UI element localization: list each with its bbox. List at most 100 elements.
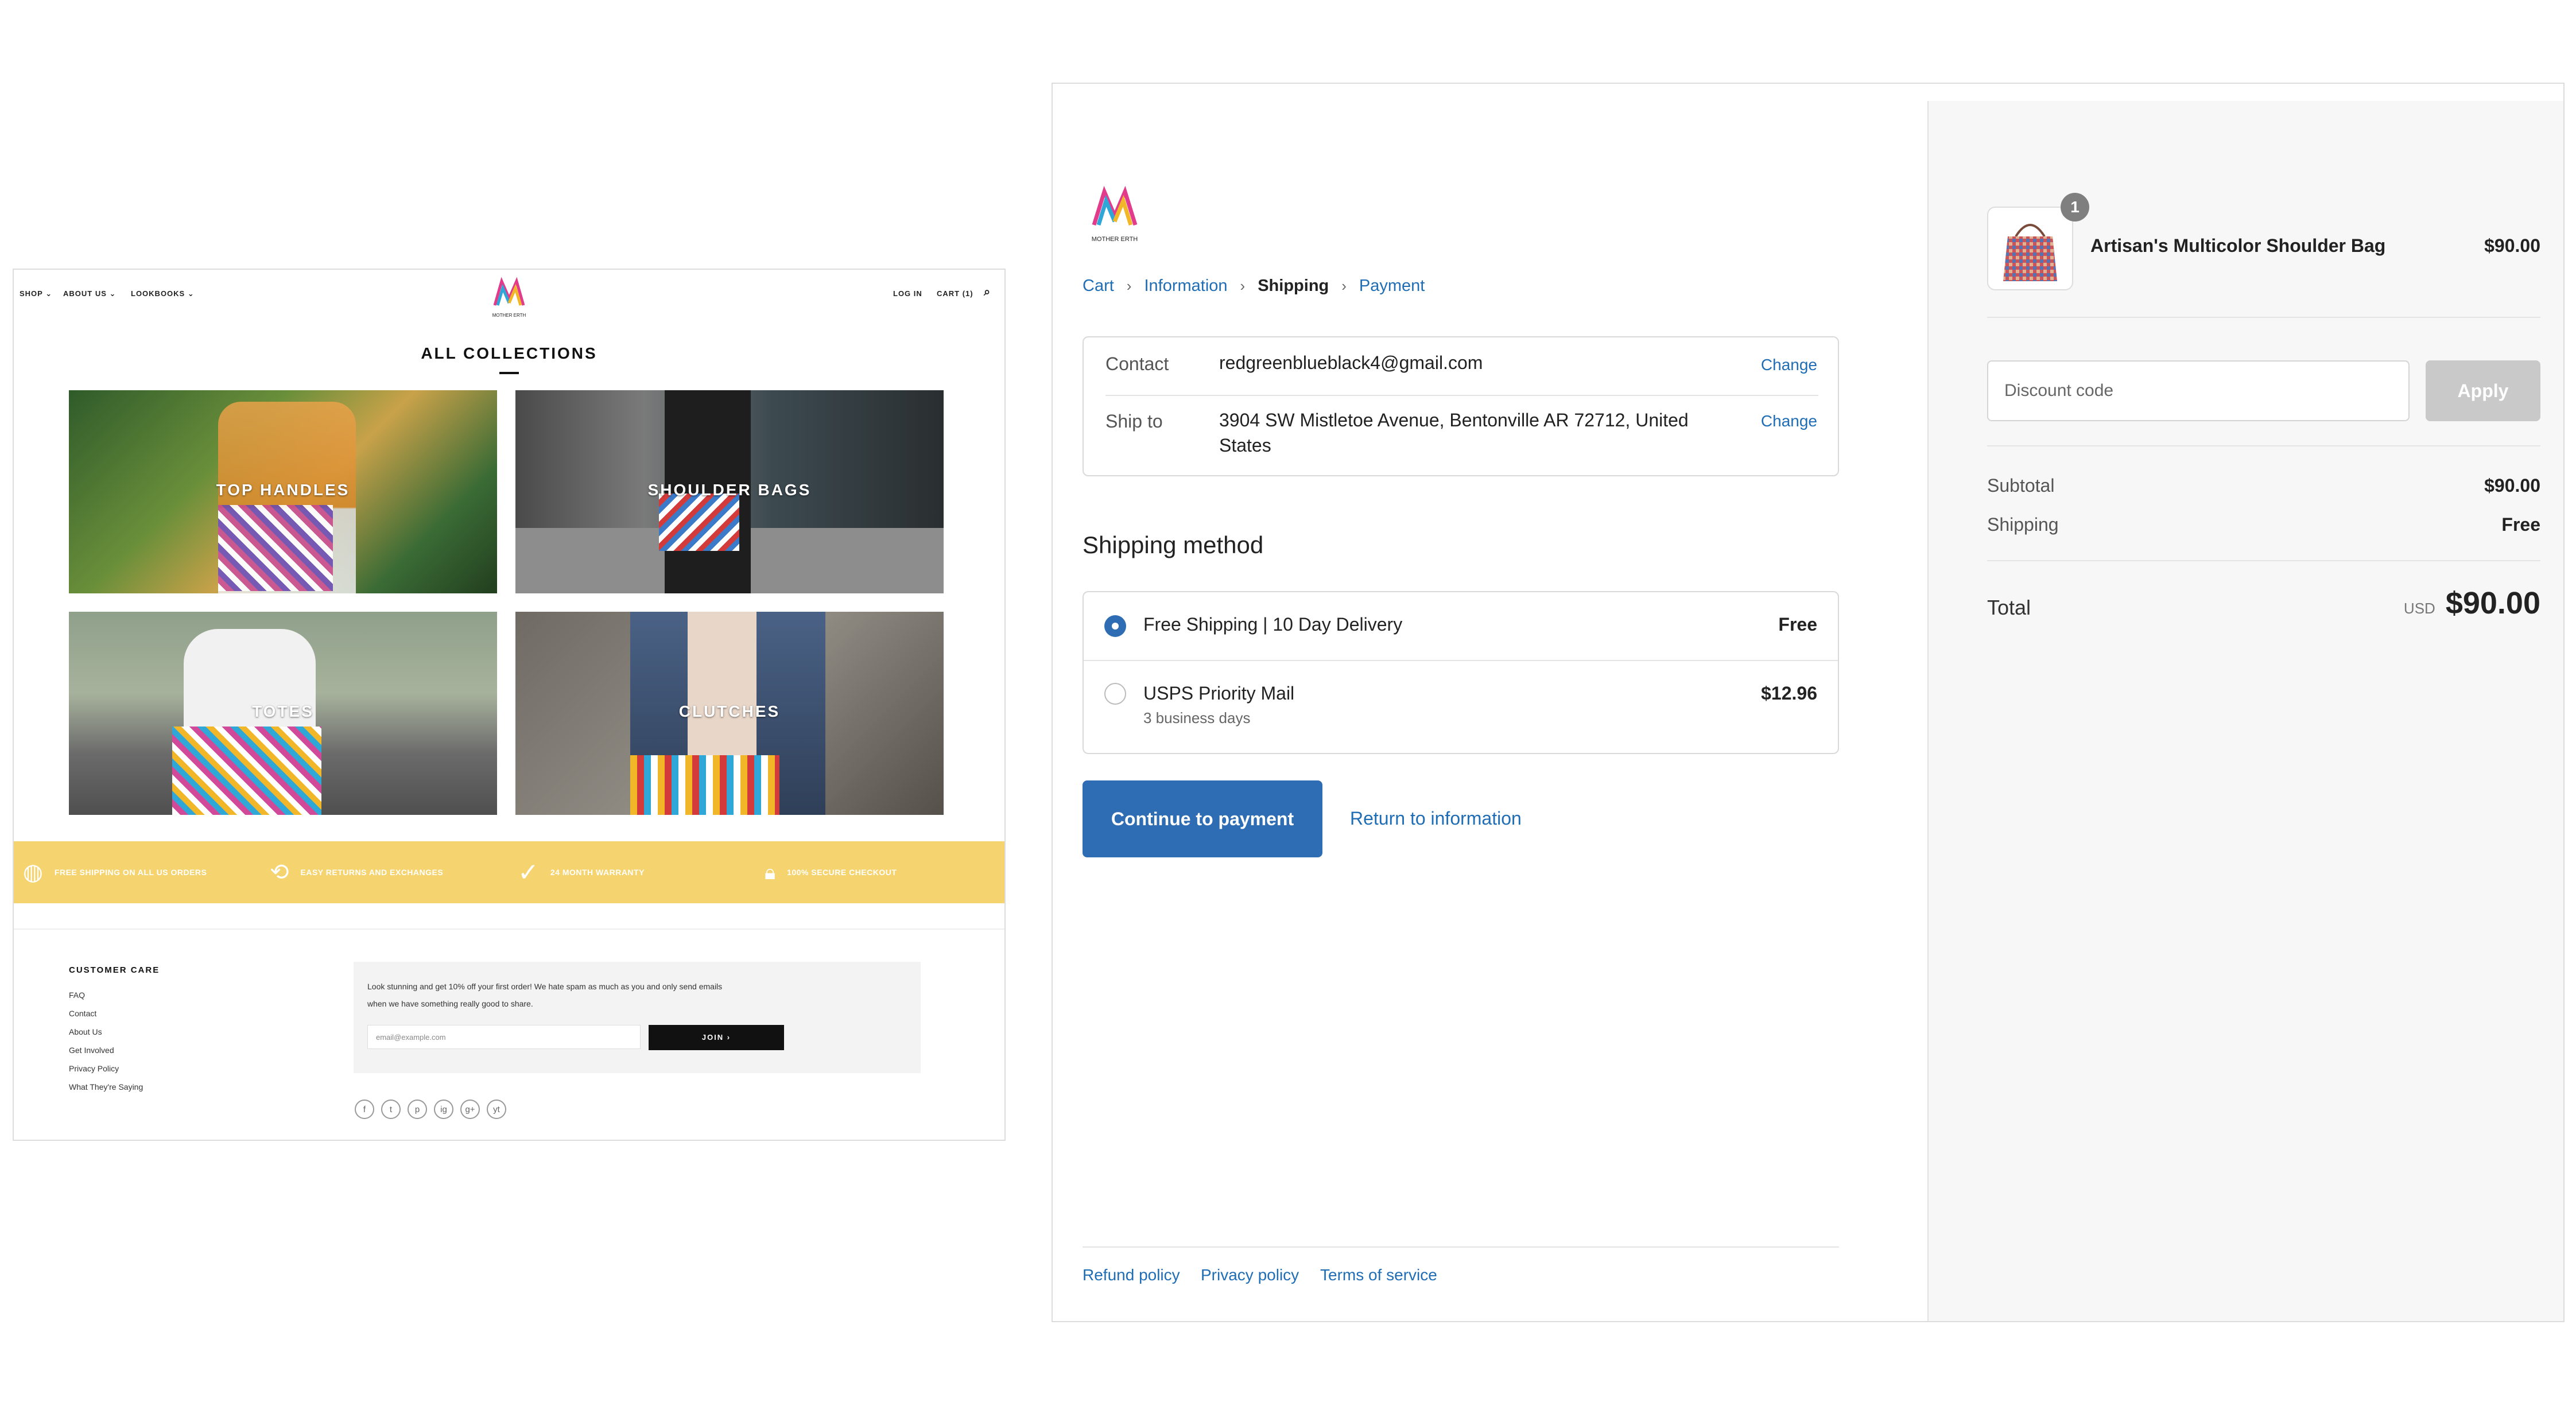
tile-label: SHOULDER BAGS	[647, 481, 812, 499]
woven-bag	[218, 505, 333, 591]
review-box: Contact redgreenblueblack4@gmail.com Cha…	[1083, 336, 1839, 476]
breadcrumb-information[interactable]: Information	[1144, 277, 1227, 296]
change-contact-link[interactable]: Change	[1761, 356, 1817, 374]
ship-to-label: Ship to	[1105, 411, 1163, 432]
chevron-right-icon: ›	[1240, 277, 1246, 294]
woven-clutch	[630, 755, 779, 815]
feature-easy-returns: ⟲ EASY RETURNS AND EXCHANGES	[270, 860, 444, 885]
tile-label: CLUTCHES	[678, 702, 781, 720]
collection-tile-top-handles[interactable]: TOP HANDLES	[69, 390, 497, 593]
row-divider	[1105, 395, 1818, 396]
radio-unselected[interactable]	[1104, 683, 1126, 705]
lock-icon: 🔒︎	[765, 860, 776, 884]
chevron-right-icon: ›	[1341, 277, 1347, 294]
footer-divider	[1083, 1246, 1839, 1248]
features-banner: ◍ FREE SHIPPING ON ALL US ORDERS ⟲ EASY …	[14, 841, 1004, 903]
refund-policy-link[interactable]: Refund policy	[1083, 1266, 1180, 1284]
feature-secure-checkout: 🔒︎ 100% SECURE CHECKOUT	[765, 860, 897, 884]
contact-value: redgreenblueblack4@gmail.com	[1219, 352, 1483, 373]
change-ship-to-link[interactable]: Change	[1761, 412, 1817, 430]
order-summary: 1 Artisan's Multicolor Shoulder Bag $90.…	[1927, 101, 2563, 1321]
pinterest-icon[interactable]: p	[408, 1100, 427, 1119]
breadcrumb-shipping: Shipping	[1258, 277, 1329, 295]
collection-tile-shoulder-bags[interactable]: SHOULDER BAGS	[515, 390, 944, 593]
subtotal-label: Subtotal	[1987, 475, 2055, 496]
footer-link-get-involved[interactable]: Get Involved	[69, 1046, 114, 1055]
returns-icon: ⟲	[270, 860, 289, 885]
summary-divider	[1987, 560, 2540, 561]
nav-about-us[interactable]: ABOUT US ⌄	[63, 289, 116, 298]
shoulder-bag-image	[2003, 224, 2057, 281]
shipping-option-usps[interactable]: USPS Priority Mail 3 business days $12.9…	[1084, 661, 1838, 753]
checkout-screenshot: MOTHER ERTH Cart › Information › Shippin…	[1052, 83, 2565, 1322]
chevron-down-icon: ⌄	[45, 289, 53, 298]
option-subtitle: 3 business days	[1143, 709, 1251, 727]
tile-label: TOTES	[252, 702, 314, 720]
youtube-icon[interactable]: yt	[487, 1100, 506, 1119]
nav-login[interactable]: LOG IN	[893, 289, 922, 298]
return-to-information-link[interactable]: Return to information	[1350, 808, 1522, 829]
total-amount: USD $90.00	[2404, 585, 2540, 621]
total-value: $90.00	[2445, 586, 2540, 620]
mother-erth-logo[interactable]: MOTHER ERTH	[1087, 184, 1142, 247]
newsletter-join-button[interactable]: JOIN ›	[649, 1025, 784, 1050]
check-icon: ✓	[518, 858, 539, 887]
product-price: $90.00	[2484, 235, 2540, 256]
footer-link-about-us[interactable]: About Us	[69, 1027, 102, 1036]
option-price: Free	[1778, 614, 1817, 635]
shipping-options-box: Free Shipping | 10 Day Delivery Free USP…	[1083, 591, 1839, 754]
breadcrumb-cart[interactable]: Cart	[1083, 277, 1114, 296]
chevron-down-icon: ⌄	[109, 289, 117, 298]
collection-tile-totes[interactable]: TOTES	[69, 612, 497, 815]
mother-erth-logo[interactable]: MOTHER ERTH	[490, 275, 528, 321]
google-plus-icon[interactable]: g+	[460, 1100, 480, 1119]
discount-code-input[interactable]: Discount code	[1987, 360, 2410, 421]
option-title: USPS Priority Mail	[1143, 683, 1295, 704]
option-title: Free Shipping | 10 Day Delivery	[1143, 614, 1403, 635]
breadcrumb-payment[interactable]: Payment	[1359, 277, 1425, 296]
footer-link-privacy-policy[interactable]: Privacy Policy	[69, 1064, 119, 1073]
apply-discount-button[interactable]: Apply	[2426, 360, 2540, 421]
footer-link-faq[interactable]: FAQ	[69, 990, 85, 1000]
newsletter-box: Look stunning and get 10% off your first…	[354, 962, 921, 1073]
continue-to-payment-button[interactable]: Continue to payment	[1083, 780, 1322, 857]
nav-lookbooks[interactable]: LOOKBOOKS ⌄	[131, 289, 195, 298]
newsletter-text: Look stunning and get 10% off your first…	[367, 982, 723, 1008]
search-icon[interactable]: ⌕	[984, 286, 991, 299]
total-label: Total	[1987, 596, 2031, 619]
logo-text: MOTHER ERTH	[1092, 236, 1138, 243]
storefront-screenshot: SHOP ⌄ ABOUT US ⌄ LOOKBOOKS ⌄ MOTHER ERT…	[13, 269, 1006, 1141]
privacy-policy-link[interactable]: Privacy policy	[1201, 1266, 1299, 1284]
collection-tile-clutches[interactable]: CLUTCHES	[515, 612, 944, 815]
nav-shop[interactable]: SHOP ⌄	[20, 289, 52, 298]
quantity-badge: 1	[2061, 193, 2089, 222]
woven-bag	[659, 494, 739, 551]
logo-text: MOTHER ERTH	[492, 313, 526, 318]
chevron-down-icon: ⌄	[187, 289, 195, 298]
twitter-icon[interactable]: t	[381, 1100, 401, 1119]
summary-divider	[1987, 445, 2540, 446]
product-name: Artisan's Multicolor Shoulder Bag	[2090, 235, 2386, 256]
contact-label: Contact	[1105, 354, 1169, 374]
summary-divider	[1987, 317, 2540, 318]
subtotal-value: $90.00	[2484, 475, 2540, 496]
title-underline	[499, 372, 519, 374]
store-top-nav: SHOP ⌄ ABOUT US ⌄ LOOKBOOKS ⌄ MOTHER ERT…	[14, 270, 1004, 327]
instagram-icon[interactable]: ig	[434, 1100, 453, 1119]
footer-link-contact[interactable]: Contact	[69, 1009, 96, 1018]
radio-selected[interactable]	[1104, 615, 1126, 637]
nav-cart[interactable]: CART (1)	[937, 289, 973, 298]
chevron-right-icon: ›	[1126, 277, 1132, 294]
footer-link-testimonials[interactable]: What They're Saying	[69, 1082, 143, 1091]
newsletter-email-input[interactable]: email@example.com	[367, 1025, 641, 1049]
woven-bag	[172, 727, 321, 815]
terms-of-service-link[interactable]: Terms of service	[1320, 1266, 1437, 1284]
collections-title: ALL COLLECTIONS	[421, 344, 598, 362]
breadcrumb: Cart › Information › Shipping › Payment	[1083, 277, 1425, 296]
shipping-value: Free	[2501, 514, 2540, 535]
ship-to-value: 3904 SW Mistletoe Avenue, Bentonville AR…	[1219, 410, 1689, 456]
shipping-option-free[interactable]: Free Shipping | 10 Day Delivery Free	[1084, 592, 1838, 660]
facebook-icon[interactable]: f	[355, 1100, 374, 1119]
tile-label: TOP HANDLES	[216, 481, 350, 499]
globe-icon: ◍	[23, 860, 43, 885]
